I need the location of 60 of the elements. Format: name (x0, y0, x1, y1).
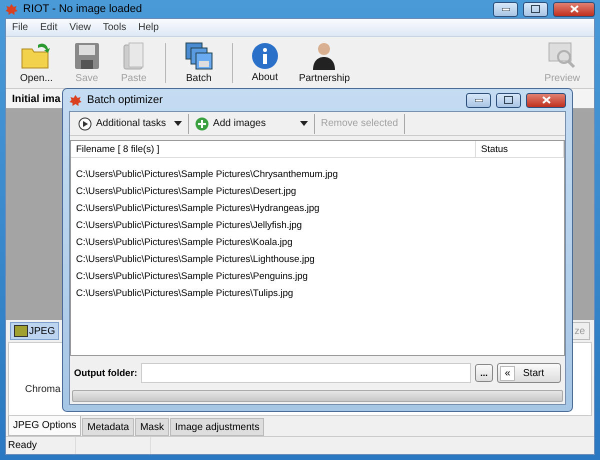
dropdown-caret[interactable] (174, 121, 182, 126)
plus-icon (195, 116, 210, 130)
minimize-icon (474, 98, 482, 102)
output-folder-field[interactable] (141, 363, 471, 383)
maximize-button[interactable] (523, 2, 548, 16)
file-path[interactable]: C:\Users\Public\Pictures\Sample Pictures\Chrysanthemum.jpg (71, 166, 564, 183)
app-logo-icon (5, 2, 18, 16)
file-path[interactable]: C:\Users\Public\Pictures\Sample Pictures\Hydrangeas.jpg (71, 200, 564, 217)
chroma-label: Chroma (25, 384, 61, 395)
minimize-button[interactable] (466, 92, 491, 108)
dropdown-caret[interactable] (300, 121, 308, 126)
maximize-button[interactable] (496, 92, 521, 108)
column-header[interactable]: Filename [ 8 file(s) ] (71, 141, 476, 157)
format-button[interactable]: JPEG (10, 322, 60, 340)
toolbar-button[interactable]: Partnership (290, 41, 358, 84)
menu-item[interactable]: Tools (102, 22, 126, 33)
caret-icon (174, 121, 182, 126)
menu-item[interactable]: File (12, 22, 28, 33)
dialog-title: Batch optimizer (87, 94, 163, 106)
status-text: Ready (6, 437, 76, 454)
close-button[interactable] (526, 92, 566, 108)
close-button[interactable] (553, 2, 595, 16)
toolbar-button[interactable]: Batch (176, 41, 222, 84)
close-icon (570, 5, 578, 13)
file-path[interactable]: C:\Users\Public\Pictures\Sample Pictures\Penguins.jpg (71, 268, 564, 285)
file-path[interactable]: C:\Users\Public\Pictures\Sample Pictures\Lighthouse.jpg (71, 251, 564, 268)
maximize-icon (504, 96, 513, 104)
tab[interactable]: Image adjustments (170, 418, 264, 436)
maximize-icon (531, 5, 540, 13)
caret-icon (300, 121, 308, 126)
stacked-disks-icon (184, 41, 214, 71)
file-path[interactable]: C:\Users\Public\Pictures\Sample Pictures\Tulips.jpg (71, 285, 564, 302)
window-title: RIOT - No image loaded (23, 3, 142, 15)
menu-item[interactable]: Edit (40, 22, 58, 33)
file-path[interactable]: C:\Users\Public\Pictures\Sample Pictures\Desert.jpg (71, 183, 564, 200)
file-path[interactable]: C:\Users\Public\Pictures\Sample Pictures\Koala.jpg (71, 234, 564, 251)
output-folder-label: Output folder: (74, 368, 138, 378)
play-icon (78, 116, 92, 130)
tab[interactable]: Mask (135, 418, 169, 436)
person-icon (311, 41, 338, 71)
toolbar-button[interactable]: Open... (12, 41, 61, 84)
toolbar-button[interactable]: Additional tasks (72, 112, 188, 134)
column-header[interactable]: Status (476, 141, 564, 157)
menu-item[interactable]: View (69, 22, 91, 33)
panel-heading: Initial ima (12, 92, 60, 104)
info-icon (250, 42, 279, 70)
app-logo-icon (69, 94, 82, 106)
minimize-button[interactable] (493, 2, 518, 16)
tab[interactable]: Metadata (82, 418, 134, 436)
menu-item[interactable]: Help (138, 22, 159, 33)
magnifier-icon (547, 41, 578, 71)
toolbar-button[interactable]: About (242, 42, 287, 83)
start-button[interactable]: « Start (497, 363, 561, 383)
folder-icon (20, 41, 52, 71)
browse-button[interactable]: ... (475, 364, 493, 382)
minimize-icon (502, 8, 510, 10)
file-path[interactable]: C:\Users\Public\Pictures\Sample Pictures\Jellyfish.jpg (71, 217, 564, 234)
tab[interactable]: JPEG Options (8, 416, 82, 436)
toolbar-button[interactable]: Add images (189, 112, 314, 134)
close-icon (542, 96, 550, 104)
